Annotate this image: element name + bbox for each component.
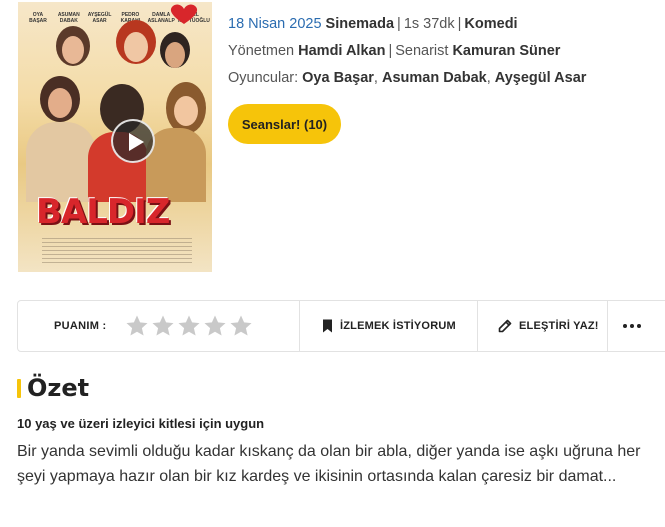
duration: 1s 37dk [403, 16, 455, 32]
bookmark-icon [323, 319, 332, 333]
poster-name: AYŞEGÜL ASAR [87, 12, 112, 24]
star-icon[interactable] [151, 314, 175, 338]
director-label: Yönetmen [228, 43, 295, 59]
summary-title: Özet [27, 374, 90, 402]
play-icon [129, 133, 144, 151]
rating-label: PUANIM : [54, 320, 107, 332]
summary-heading: Özet [17, 374, 89, 402]
review-label: ELEŞTİRİ YAZ! [519, 320, 599, 332]
release-status[interactable]: Sinemada [326, 16, 395, 32]
movie-meta: 18 Nisan 2025 Sinemada | 1s 37dk | Komedi Yö… [228, 11, 586, 92]
director-link[interactable]: Hamdi Alkan [298, 43, 385, 59]
movie-poster[interactable]: OYA BAŞAR ASUMAN DABAK AYŞEGÜL ASAR PEDR… [18, 2, 212, 272]
summary-text: Bir yanda sevimli olduğu kadar kıskanç d… [17, 443, 641, 485]
more-dots-icon [623, 324, 641, 328]
watchlist-label: İZLEMEK İSTİYORUM [340, 320, 456, 332]
watchlist-button[interactable]: İZLEMEK İSTİYORUM [300, 301, 478, 351]
poster-title: BALDIZ [36, 192, 170, 232]
star-icon[interactable] [203, 314, 227, 338]
writer-link[interactable]: Kamuran Süner [452, 43, 560, 59]
rating-stars [125, 314, 253, 338]
meta-line-cast: Oyuncular: Oya Başar, Asuman Dabak, Ayşe… [228, 70, 587, 86]
genre-link[interactable]: Komedi [464, 16, 517, 32]
meta-line-crew: Yönetmen Hamdi Alkan | Senarist Kamuran Sü… [228, 43, 561, 59]
cast-link[interactable]: Oya Başar [302, 70, 374, 86]
rating-widget: PUANIM : [18, 301, 300, 351]
meta-line-release: 18 Nisan 2025 Sinemada | 1s 37dk | Komedi [228, 16, 518, 32]
heading-accent-bar [17, 378, 21, 398]
star-icon[interactable] [177, 314, 201, 338]
writer-label: Senarist [395, 43, 449, 59]
poster-name: ASUMAN DABAK [57, 12, 80, 24]
star-icon[interactable] [229, 314, 253, 338]
pencil-icon [498, 319, 512, 333]
release-date: 18 Nisan 2025 [228, 16, 322, 32]
action-bar: PUANIM : İZLEMEK İSTİYORUM ELEŞTİRİ YAZ! [17, 300, 665, 352]
write-review-button[interactable]: ELEŞTİRİ YAZ! [478, 301, 608, 351]
heart-balloon-icon [170, 4, 198, 24]
cast-label: Oyuncular: [228, 70, 299, 86]
poster-credits [42, 238, 192, 266]
trailer-play-button[interactable] [111, 119, 155, 163]
cast-link[interactable]: Ayşegül Asar [495, 70, 587, 86]
star-icon[interactable] [125, 314, 149, 338]
showtimes-button[interactable]: Seanslar! (10) [228, 104, 341, 144]
poster-name: OYA BAŞAR [29, 12, 47, 24]
cast-link[interactable]: Asuman Dabak [382, 70, 487, 86]
more-options-button[interactable] [608, 301, 656, 351]
age-rating: 10 yaş ve üzeri izleyici kitlesi için uy… [17, 416, 265, 431]
